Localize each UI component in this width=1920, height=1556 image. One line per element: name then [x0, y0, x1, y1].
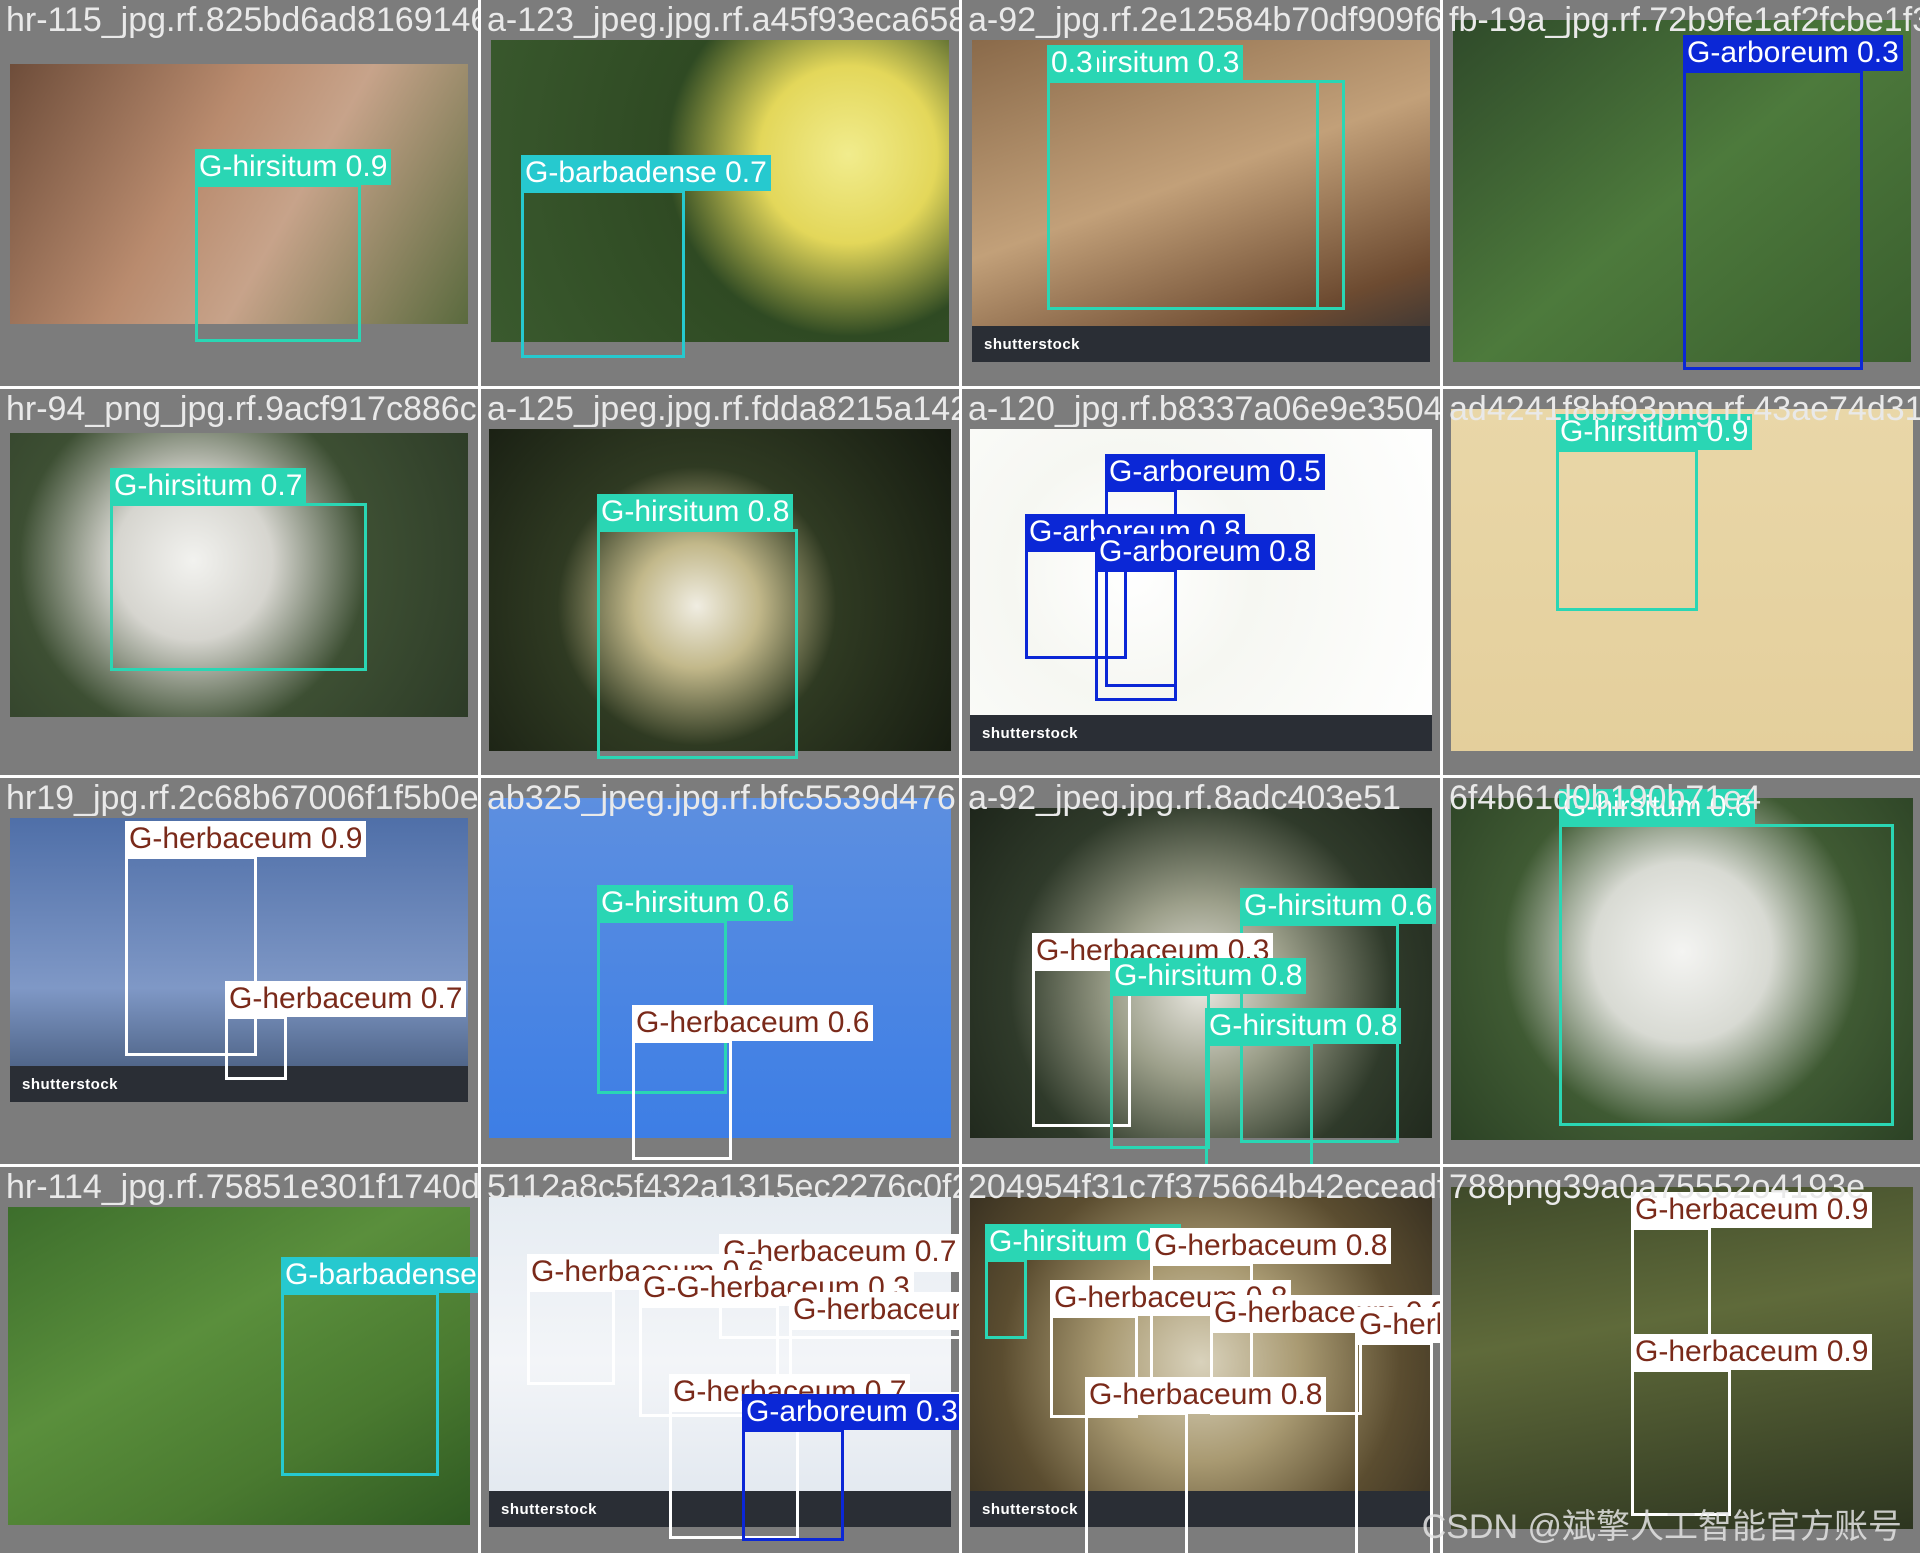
detection-box: G-hirsitum 0.8	[597, 494, 798, 759]
result-tile: shutterstock G-hirsitum 0.3 0.3 a-92_jpg.rf…	[962, 0, 1440, 386]
image-filename: hr-114_jpg.rf.75851e301f1740d	[6, 1168, 478, 1206]
image-filename: a-120_jpg.rf.b8337a06e9e3504	[968, 390, 1440, 428]
detection-box: G-herbaceum 0.7	[225, 981, 467, 1080]
image-filename: 204954f31c7f375664b42eceadf	[968, 1168, 1440, 1206]
image-filename: a-92_jpeg.jpg.rf.8adc403e51	[968, 779, 1401, 817]
result-tile: G-hirsitum 0.9 hr-115_jpg.rf.825bd6ad8169…	[0, 0, 478, 386]
detection-label: G-barbadense 0.7	[521, 155, 771, 191]
detection-label: G-herbaceum 0.3	[1355, 1307, 1440, 1343]
detection-box: G-hirsitum 0.6	[1559, 789, 1894, 1126]
stock-banner: shutterstock	[972, 326, 1430, 362]
image-filename: a-125_jpeg.jpg.rf.fdda8215a142	[487, 390, 959, 428]
result-tile: shutterstock G-hirsitum 0.3 G-herbaceum 0.…	[962, 1167, 1440, 1553]
image-filename: hr19_jpg.rf.2c68b67006f1f5b0e	[6, 779, 478, 817]
detection-label: G-herbaceum 0.8	[1085, 1377, 1327, 1413]
result-tile: shutterstock G-arboreum 0.5 G-arboreum 0.8…	[962, 389, 1440, 775]
image-filename: ad4241f8bf93png.rf.43ae74d3124	[1449, 390, 1920, 428]
detection-label: G-barbadense 0.4	[281, 1257, 478, 1293]
detection-label: G-arboreum 0.5	[1105, 454, 1325, 490]
detection-box: G-herbaceum 0.9	[1631, 1334, 1873, 1516]
detection-label: 0.3	[1047, 45, 1097, 81]
result-tile: G-hirsitum 0.8 a-125_jpeg.jpg.rf.fdda8215…	[481, 389, 959, 775]
image-filename: 6f4b61d0b190b71e4	[1449, 779, 1761, 817]
stock-watermark: shutterstock	[982, 1501, 1079, 1518]
result-tile: G-hirsitum 0.7 hr-94_png_jpg.rf.9acf917c8…	[0, 389, 478, 775]
detection-box: 0.3	[1047, 45, 1319, 310]
detection-label: G-herbaceum 0.9	[1631, 1334, 1873, 1370]
detection-box: G-hirsitum 0.9	[195, 149, 392, 342]
result-tile: G-barbadense 0.4 hr-114_jpg.rf.75851e301f…	[0, 1167, 478, 1553]
result-tile: G-hirsitum 0.6 6f4b61d0b190b71e4	[1443, 778, 1920, 1164]
image-filename: ab325_jpeg.jpg.rf.bfc5539d476	[487, 779, 956, 817]
detection-label: G-hirsitum 0.9	[195, 149, 392, 185]
result-tile: shutterstock G-herbaceum 0.7 G-herbaceum 0…	[481, 1167, 959, 1553]
detection-label: G-hirsitum 0.6	[597, 885, 794, 921]
result-tile: G-herbaceum 0.9 G-herbaceum 0.9 788png39a0…	[1443, 1167, 1920, 1553]
detection-box: G-hirsitum 0.3	[985, 1224, 1182, 1339]
detection-label: G-hirsitum 0.8	[1205, 1008, 1402, 1044]
detection-label: G-hirsitum 0.7	[110, 468, 307, 504]
detection-box: G-barbadense 0.7	[521, 155, 771, 358]
csdn-watermark: CSDN @斌擎人工智能官方账号	[1421, 1508, 1902, 1546]
stock-watermark: shutterstock	[982, 725, 1079, 742]
result-tile: G-hirsitum 0.9 ad4241f8bf93png.rf.43ae74d…	[1443, 389, 1920, 775]
detection-label: G-arboreum 0.3	[742, 1394, 959, 1430]
detection-results-grid: G-hirsitum 0.9 hr-115_jpg.rf.825bd6ad8169…	[0, 0, 1920, 1556]
detection-box: G-arboreum 0.8	[1095, 534, 1315, 701]
detection-label: G-hirsitum 0.6	[1240, 888, 1437, 924]
detection-box: G-hirsitum 0.9	[1556, 414, 1753, 611]
detection-label: G-herbaceum 0.6	[632, 1005, 874, 1041]
detection-box: G-hirsitum 0.8	[1205, 1008, 1402, 1164]
detection-label: G-hirsitum 0.8	[597, 494, 794, 530]
image-filename: hr-94_png_jpg.rf.9acf917c886c68126	[6, 390, 478, 428]
detection-box: G-arboreum 0.3	[742, 1394, 959, 1541]
image-filename: 5112a8c5f432a1315ec2276c0f2b	[487, 1168, 959, 1206]
image-filename: a-123_jpeg.jpg.rf.a45f93eca658992	[487, 1, 959, 39]
image-filename: hr-115_jpg.rf.825bd6ad81691466e123f7bf3b…	[6, 1, 478, 39]
result-tile: G-hirsitum 0.6 G-herbaceum 0.3 G-hirsitum …	[962, 778, 1440, 1164]
detection-box: G-herbaceum 0.6	[632, 1005, 874, 1160]
detection-label: G-arboreum 0.8	[1095, 534, 1315, 570]
detection-label: G-herbaceum 0.7	[789, 1292, 959, 1328]
result-tile: G-arboreum 0.3 fb-19a_jpg.rf.72b9fe1af2fc…	[1443, 0, 1920, 386]
result-tile: shutterstock G-herbaceum 0.9 G-herbaceum 0…	[0, 778, 478, 1164]
detection-box: G-arboreum 0.3	[1683, 35, 1903, 370]
stock-watermark: shutterstock	[501, 1501, 598, 1518]
detection-box: G-herbaceum 0.6	[527, 1254, 769, 1385]
stock-banner: shutterstock	[970, 715, 1432, 751]
stock-watermark: shutterstock	[22, 1076, 119, 1093]
result-tile: G-barbadense 0.7 a-123_jpeg.jpg.rf.a45f93…	[481, 0, 959, 386]
result-tile: G-hirsitum 0.6 G-herbaceum 0.6 ab325_jpeg.…	[481, 778, 959, 1164]
stock-watermark: shutterstock	[984, 336, 1081, 353]
detection-box: G-hirsitum 0.7	[110, 468, 367, 671]
detection-label: G-herbaceum 0.7	[225, 981, 467, 1017]
image-filename: a-92_jpg.rf.2e12584b70df909f672	[968, 1, 1440, 39]
detection-label: G-herbaceum 0.9	[125, 821, 367, 857]
detection-box: G-hirsitum 0.8	[1110, 958, 1307, 1149]
detection-label: G-herbaceum 0.8	[1150, 1228, 1392, 1264]
image-filename: 788png39a0a75552o4193e	[1449, 1168, 1866, 1206]
image-filename: fb-19a_jpg.rf.72b9fe1af2fcbe1f34	[1449, 1, 1920, 39]
detection-box: G-barbadense 0.4	[281, 1257, 478, 1476]
detection-label: G-hirsitum 0.8	[1110, 958, 1307, 994]
detection-label: G-arboreum 0.3	[1683, 35, 1903, 71]
detection-box: G-herbaceum 0.8	[1085, 1377, 1327, 1553]
